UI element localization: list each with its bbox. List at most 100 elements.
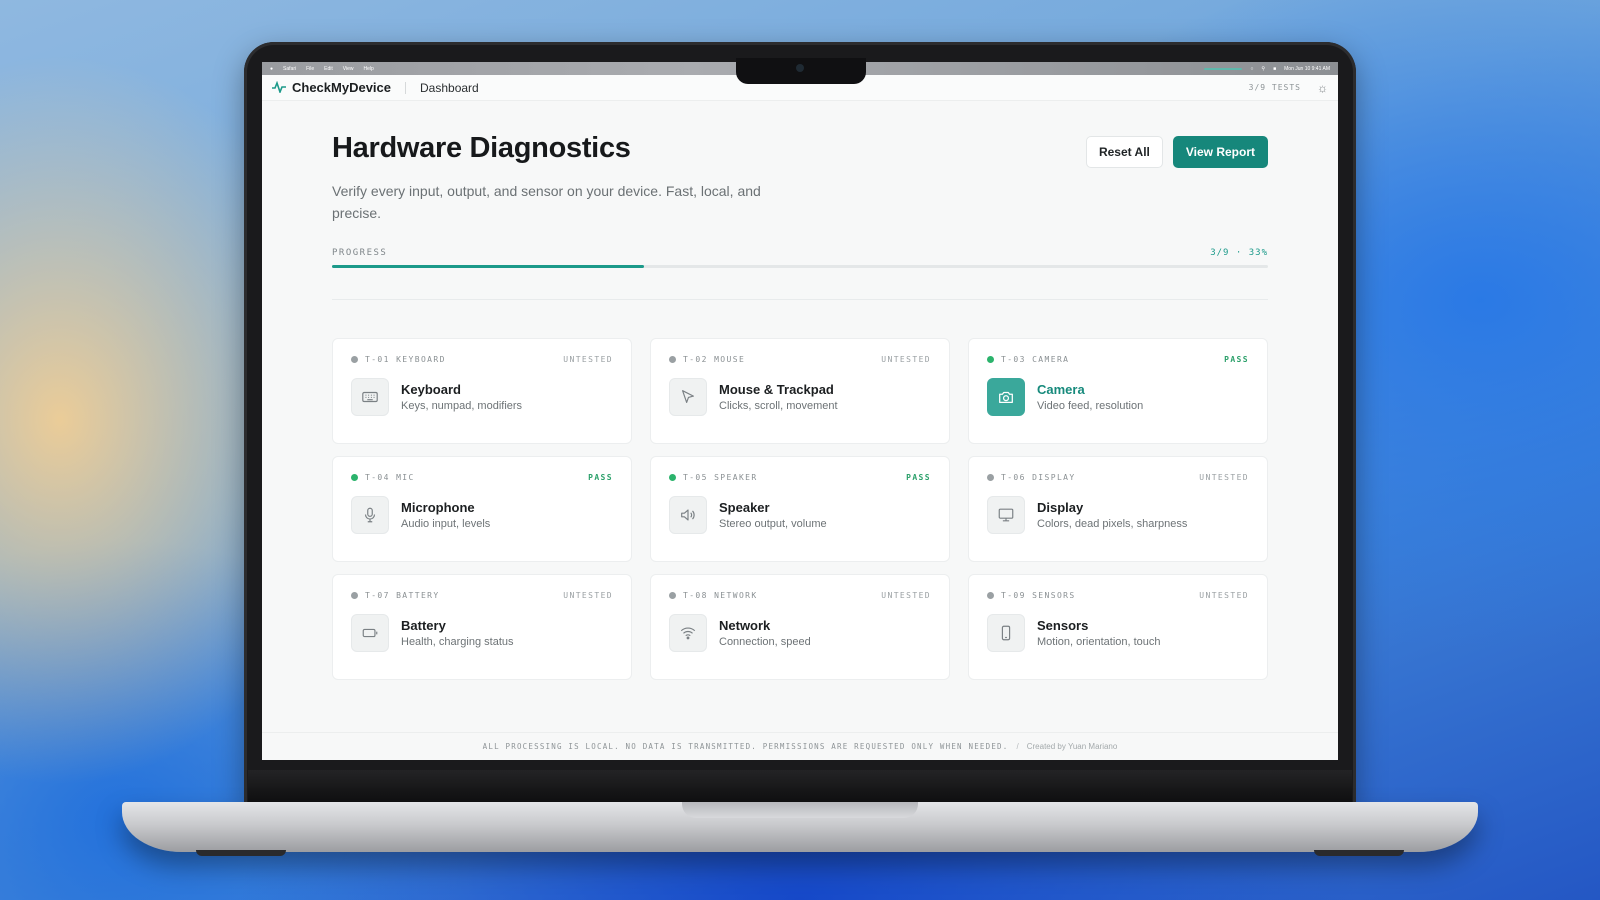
test-card-sensors[interactable]: T-09 SENSORS UNTESTED Sensors Motion, or… — [968, 574, 1268, 680]
speaker-icon — [669, 496, 707, 534]
camera-icon — [987, 378, 1025, 416]
test-code: T-08 NETWORK — [683, 591, 758, 600]
test-code: T-05 SPEAKER — [683, 473, 758, 482]
status-dot — [987, 356, 994, 363]
status-dot — [987, 592, 994, 599]
main-content: Hardware Diagnostics Reset All View Repo… — [332, 132, 1268, 680]
test-description: Colors, dead pixels, sharpness — [1037, 518, 1188, 530]
test-title: Speaker — [719, 500, 770, 515]
menubar-status: ○ ⚲ ■ Mon Jun 10 9:41 AM — [1204, 66, 1330, 72]
reset-all-button[interactable]: Reset All — [1085, 136, 1163, 168]
status-dot — [987, 474, 994, 481]
section-divider — [332, 299, 1268, 300]
status-badge: PASS — [906, 473, 931, 482]
status-badge: UNTESTED — [563, 591, 613, 600]
test-card-display[interactable]: T-06 DISPLAY UNTESTED Display Colors, de… — [968, 456, 1268, 562]
keyboard-icon — [351, 378, 389, 416]
test-description: Clicks, scroll, movement — [719, 400, 838, 412]
battery-icon — [351, 614, 389, 652]
laptop-opening-notch — [682, 802, 918, 818]
app-logo[interactable]: CheckMyDevice — [272, 80, 391, 96]
test-description: Audio input, levels — [401, 518, 491, 530]
test-card-camera[interactable]: T-03 CAMERA PASS Camera Video feed, reso… — [968, 338, 1268, 444]
page-title: Hardware Diagnostics — [332, 132, 631, 164]
test-card-speaker[interactable]: T-05 SPEAKER PASS Speaker Stereo output,… — [650, 456, 950, 562]
test-grid: T-01 KEYBOARD UNTESTED Keyboard Keys, nu… — [332, 338, 1268, 680]
status-badge: UNTESTED — [1199, 473, 1249, 482]
breadcrumb-dashboard[interactable]: Dashboard — [420, 81, 479, 95]
progress-label: PROGRESS — [332, 248, 388, 258]
test-title: Battery — [401, 618, 446, 633]
test-card-keyboard[interactable]: T-01 KEYBOARD UNTESTED Keyboard Keys, nu… — [332, 338, 632, 444]
test-code: T-02 MOUSE — [683, 355, 746, 364]
status-badge: PASS — [588, 473, 613, 482]
test-description: Keys, numpad, modifiers — [401, 400, 523, 412]
laptop-foot-left — [196, 850, 286, 856]
menubar-item-view[interactable]: View — [343, 66, 354, 72]
search-icon[interactable]: ⚲ — [1261, 66, 1265, 72]
app-name: CheckMyDevice — [292, 80, 391, 95]
phone-icon — [987, 614, 1025, 652]
test-description: Stereo output, volume — [719, 518, 827, 530]
test-code: T-07 BATTERY — [365, 591, 440, 600]
status-badge: UNTESTED — [881, 591, 931, 600]
test-code: T-09 SENSORS — [1001, 591, 1076, 600]
status-dot — [351, 592, 358, 599]
laptop-foot-right — [1314, 850, 1404, 856]
footer-separator: / — [1016, 742, 1019, 751]
footer-privacy-note: ALL PROCESSING IS LOCAL. NO DATA IS TRAN… — [482, 742, 1009, 751]
menubar-clock[interactable]: Mon Jun 10 9:41 AM — [1284, 66, 1330, 72]
view-report-button[interactable]: View Report — [1172, 136, 1268, 168]
test-code: T-03 CAMERA — [1001, 355, 1070, 364]
monitor-icon — [987, 496, 1025, 534]
status-dot — [669, 474, 676, 481]
apple-icon[interactable]: ● — [270, 66, 273, 72]
pulse-icon — [272, 80, 286, 96]
status-badge: UNTESTED — [881, 355, 931, 364]
test-title: Sensors — [1037, 618, 1089, 633]
test-title: Network — [719, 618, 771, 633]
menubar-item-help[interactable]: Help — [364, 66, 374, 72]
test-code: T-04 MIC — [365, 473, 415, 482]
test-card-network[interactable]: T-08 NETWORK UNTESTED Network Connection… — [650, 574, 950, 680]
footer: ALL PROCESSING IS LOCAL. NO DATA IS TRAN… — [262, 732, 1338, 760]
microphone-icon — [351, 496, 389, 534]
screen-notch — [736, 58, 866, 84]
test-title: Keyboard — [401, 382, 461, 397]
test-card-battery[interactable]: T-07 BATTERY UNTESTED Battery Health, ch… — [332, 574, 632, 680]
progress-bar-fill — [332, 265, 644, 268]
tests-count: 3/9 TESTS — [1248, 83, 1301, 92]
status-dot — [669, 356, 676, 363]
progress-bar — [332, 265, 1268, 268]
status-badge: PASS — [1224, 355, 1249, 364]
status-dot — [669, 592, 676, 599]
test-description: Connection, speed — [719, 636, 811, 648]
breadcrumb-divider — [405, 81, 406, 94]
footer-credit[interactable]: Created by Yuan Mariano — [1027, 742, 1118, 751]
menubar-progress-indicator — [1204, 67, 1243, 70]
test-code: T-06 DISPLAY — [1001, 473, 1076, 482]
menubar-item-file[interactable]: File — [306, 66, 314, 72]
menubar-item-safari[interactable]: Safari — [283, 66, 296, 72]
test-title: Camera — [1037, 382, 1085, 397]
test-card-mouse-trackpad[interactable]: T-02 MOUSE UNTESTED Mouse & Trackpad Cli… — [650, 338, 950, 444]
laptop-hinge — [248, 770, 1352, 804]
test-description: Health, charging status — [401, 636, 514, 648]
menubar-item-edit[interactable]: Edit — [324, 66, 333, 72]
laptop-screen: ● Safari File Edit View Help ○ ⚲ ■ Mon J… — [262, 62, 1338, 760]
webcam — [796, 64, 804, 72]
test-description: Motion, orientation, touch — [1037, 636, 1161, 648]
test-description: Video feed, resolution — [1037, 400, 1144, 412]
test-card-microphone[interactable]: T-04 MIC PASS Microphone Audio input, le… — [332, 456, 632, 562]
control-center-icon[interactable]: ■ — [1273, 66, 1276, 72]
page-subtitle: Verify every input, output, and sensor o… — [332, 183, 761, 221]
wifi-status-icon[interactable]: ○ — [1250, 66, 1253, 72]
status-dot — [351, 474, 358, 481]
status-badge: UNTESTED — [1199, 591, 1249, 600]
status-dot — [351, 356, 358, 363]
theme-toggle-sun-icon[interactable]: ☼ — [1317, 81, 1328, 95]
cursor-icon — [669, 378, 707, 416]
wifi-icon — [669, 614, 707, 652]
test-title: Microphone — [401, 500, 475, 515]
test-title: Mouse & Trackpad — [719, 382, 834, 397]
